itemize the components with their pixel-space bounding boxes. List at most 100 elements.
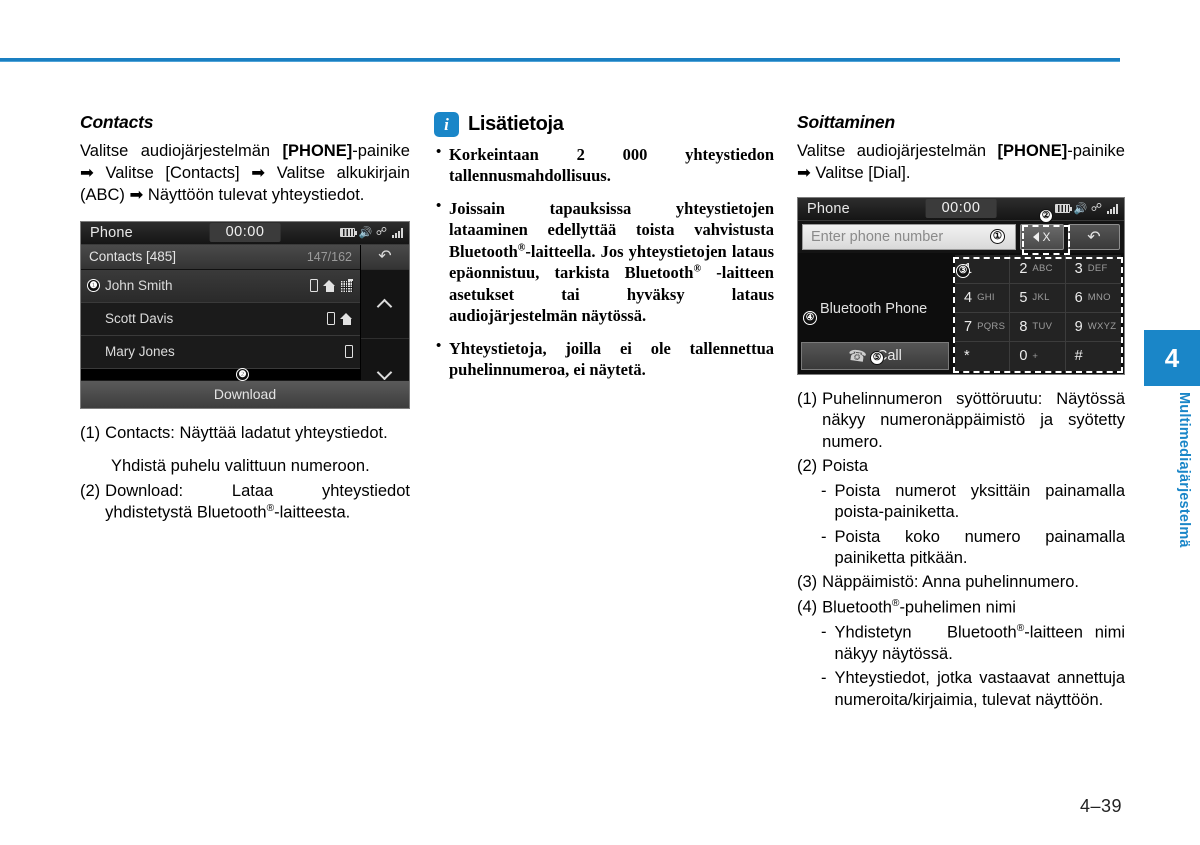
- note-item: (2) Download: Lataa yhteystiedot yhdiste…: [80, 481, 410, 524]
- chevron-down-icon: [378, 366, 392, 380]
- dial-notes-list: (1) Puhelinnumeron syöttöruutu: Näytössä…: [797, 389, 1125, 711]
- note-text: Yhdistetyn Bluetooth®-laitteen nimi näky…: [834, 622, 1126, 663]
- dial-top-row: Enter phone number ① X ↶: [798, 220, 1124, 253]
- back-button[interactable]: ↶: [1068, 223, 1120, 250]
- dial-screen-figure: Phone 00:00 🔊 ☍ Enter phone number ① X ↶…: [797, 196, 1125, 375]
- key-3[interactable]: 3 DEF: [1065, 254, 1121, 284]
- delete-label: X: [1042, 229, 1051, 244]
- key-0[interactable]: 0 +: [1010, 341, 1066, 371]
- signal-icon: [392, 227, 403, 239]
- contacts-notes-list: (1) Contacts: Näyttää ladatut yhteystied…: [80, 423, 410, 524]
- key-digit: 6: [1074, 289, 1083, 306]
- return-icon: ↶: [1087, 228, 1101, 246]
- contact-name: John Smith: [105, 278, 173, 294]
- key-digit: #: [1074, 348, 1083, 365]
- info-icon: i: [434, 112, 459, 137]
- note-dash: -: [821, 669, 827, 688]
- scroll-up-button[interactable]: [361, 269, 409, 339]
- key-letters: PQRS: [977, 321, 1006, 333]
- page-number: 4–39: [1079, 796, 1122, 816]
- note-number: (1): [797, 389, 818, 408]
- contact-row-scott-davis[interactable]: Scott Davis: [81, 302, 360, 336]
- note-text: Yhdistä puhelu valittuun numeroon.: [111, 457, 370, 476]
- note-text: Yhteystiedot, jotka vastaavat annettuja …: [834, 669, 1126, 709]
- note-text: Poista koko numero painamalla painiketta…: [834, 527, 1126, 567]
- contacts-intro-phone-key: [PHONE]: [282, 142, 353, 160]
- note-item: - Poista numerot yksittäin painamalla po…: [797, 481, 1125, 524]
- key-digit: 3: [1074, 260, 1083, 277]
- phone-number-input[interactable]: Enter phone number ①: [802, 223, 1016, 250]
- home-icon: [340, 312, 353, 325]
- note-number: (1): [80, 423, 101, 442]
- contact-row-mary-jones[interactable]: Mary Jones: [81, 335, 360, 369]
- key-digit: 9: [1074, 318, 1083, 335]
- key-digit: *: [964, 348, 970, 365]
- info-bullet: Korkeintaan 2 000 yhteystiedon tallennus…: [434, 143, 774, 187]
- delete-button[interactable]: X: [1020, 223, 1064, 250]
- key-8[interactable]: 8 TUV: [1010, 312, 1066, 342]
- bluetooth-phone-name: Bluetooth Phone: [820, 301, 928, 318]
- note-item: (3) Näppäimistö: Anna puhelinnumero.: [797, 572, 1125, 593]
- key-digit: 2: [1019, 260, 1028, 277]
- key-digit: 8: [1019, 318, 1028, 335]
- contact-type-icons: [327, 312, 353, 326]
- note-item: (1) Contacts: Näyttää ladatut yhteystied…: [80, 423, 410, 444]
- callout-2-dial: ②: [1039, 208, 1053, 223]
- mute-icon: 🔊: [358, 227, 373, 240]
- key-2[interactable]: 2 ABC: [1010, 254, 1066, 284]
- contacts-intro-text: Valitse audiojärjestelmän [PHONE]-painik…: [80, 141, 410, 207]
- note-number: (2): [80, 481, 101, 500]
- note-text: Bluetooth®-puhelimen nimi: [822, 597, 1016, 617]
- key-7[interactable]: 7 PQRS: [955, 312, 1011, 342]
- callout-1-contacts: ❶: [87, 279, 100, 293]
- key-digit: 0: [1019, 348, 1028, 365]
- note-dash: -: [821, 527, 827, 546]
- note-item: (2) Poista: [797, 456, 1125, 477]
- note-item: (4) Bluetooth®-puhelimen nimi: [797, 597, 1125, 619]
- info-bullet-list: Korkeintaan 2 000 yhteystiedon tallennus…: [434, 143, 774, 381]
- contact-name: Mary Jones: [105, 344, 175, 360]
- contact-name-wrap: Scott Davis: [87, 311, 173, 326]
- key-4[interactable]: 4 GHI: [955, 283, 1011, 313]
- dial-clock: 00:00: [925, 199, 997, 219]
- dial-keypad: 1 2 ABC 3 DEF 4 GHI: [955, 254, 1121, 371]
- dial-intro-text: Valitse audiojärjestelmän [PHONE]-painik…: [797, 141, 1125, 185]
- mobile-icon: [310, 279, 318, 293]
- dial-left-pane: Bluetooth Phone ④ ☎ Call ⑤: [798, 252, 953, 374]
- middle-column: i Lisätietoja Korkeintaan 2 000 yhteysti…: [434, 112, 774, 391]
- contacts-clock: 00:00: [209, 223, 281, 243]
- key-letters: TUV: [1032, 321, 1053, 333]
- callout-3-dial: ③: [956, 263, 970, 278]
- key-5[interactable]: 5 JKL: [1010, 283, 1066, 313]
- contacts-list-count: 147/162: [306, 249, 352, 264]
- contacts-intro-a: Valitse audiojärjestelmän: [80, 142, 283, 160]
- key-hash[interactable]: #: [1065, 341, 1121, 371]
- contact-name: Scott Davis: [105, 311, 174, 327]
- info-bullet: Yhteystietoja, joilla ei ole tallennettu…: [434, 337, 774, 381]
- note-item: - Yhteystiedot, jotka vastaavat annettuj…: [797, 668, 1125, 711]
- return-button[interactable]: ↶: [361, 244, 409, 270]
- download-button[interactable]: Download: [81, 379, 409, 408]
- dial-intro-phone-key: [PHONE]: [997, 142, 1068, 160]
- key-letters: WXYZ: [1087, 321, 1117, 333]
- key-9[interactable]: 9 WXYZ: [1065, 312, 1121, 342]
- callout-4-dial: ④: [803, 310, 817, 325]
- note-dash: -: [821, 481, 827, 500]
- return-icon: ↶: [378, 247, 392, 265]
- key-star[interactable]: *: [955, 341, 1011, 371]
- callout-5-dial: ⑤: [870, 350, 884, 365]
- mobile-icon: [345, 345, 353, 359]
- note-item: - Yhdistetyn Bluetooth®-laitteen nimi nä…: [797, 622, 1125, 665]
- mobile-icon: [327, 312, 335, 326]
- key-letters: MNO: [1087, 292, 1111, 304]
- key-6[interactable]: 6 MNO: [1065, 283, 1121, 313]
- contact-row-john-smith[interactable]: ❶ John Smith: [81, 269, 360, 303]
- key-digit: 7: [964, 318, 973, 335]
- note-text: Contacts: Näyttää ladatut yhteystiedot.: [105, 423, 388, 442]
- info-box-header: i Lisätietoja: [434, 112, 774, 137]
- contact-type-icons: [345, 345, 353, 359]
- note-text: Poista numerot yksittäin painamalla pois…: [834, 481, 1126, 522]
- key-letters: JKL: [1032, 292, 1050, 304]
- contact-name-wrap: Mary Jones: [87, 344, 175, 359]
